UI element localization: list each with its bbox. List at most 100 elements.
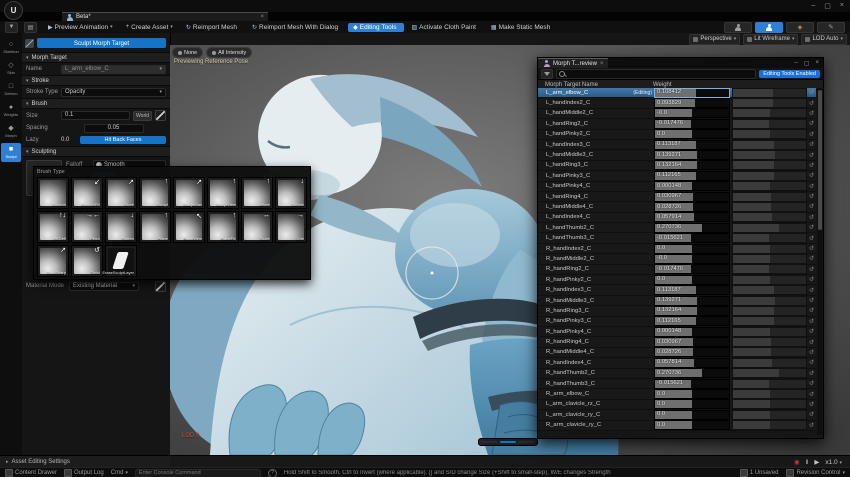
character-preview-button[interactable] — [755, 22, 783, 33]
table-row[interactable]: L_handIndex4_C 0.057914 ↺ — [538, 213, 816, 223]
reset-icon[interactable]: ↺ — [809, 172, 816, 179]
stroke-type-dropdown[interactable]: Opacity ▾ — [61, 88, 166, 97]
viewport-tool-icon[interactable] — [173, 35, 182, 44]
table-row[interactable]: R_handIndex2_C 0.0 ↺ — [538, 244, 816, 254]
weight-slider[interactable] — [732, 202, 807, 212]
reset-icon[interactable]: ↺ — [809, 89, 816, 96]
filter-button[interactable] — [541, 69, 553, 79]
reset-icon[interactable]: ↺ — [809, 245, 816, 252]
toolbar-button[interactable]: ↻ Reimport Mesh — [181, 23, 244, 32]
table-row[interactable]: L_arm_elbow_C (Editing) 0.108412 ↺ — [538, 88, 816, 98]
spacing-field[interactable]: 0.05 — [84, 124, 144, 133]
toolbar-button[interactable]: ▦ Make Static Mesh — [486, 23, 557, 32]
table-row[interactable]: R_handPinky2_C 0.0 ↺ — [538, 275, 816, 285]
table-row[interactable]: L_handIndex2_C 0.093829 ↺ — [538, 98, 816, 108]
table-row[interactable]: L_handThumb3_C -0.015621 ↺ — [538, 233, 816, 243]
close-button[interactable]: × — [840, 2, 844, 10]
brush-tile[interactable]: ↗ GrabSharp — [37, 245, 69, 277]
maximize-button[interactable]: ▢ — [804, 60, 810, 67]
weight-slider[interactable] — [732, 368, 807, 378]
section-sculpting[interactable]: ▾ Sculpting — [22, 146, 170, 157]
reset-icon[interactable]: ↺ — [809, 318, 816, 325]
weight-spinbox[interactable]: 0.000148 — [654, 181, 730, 191]
weight-spinbox[interactable]: 0.139271 — [654, 296, 730, 306]
weight-spinbox[interactable]: 0.028726 — [654, 202, 730, 212]
tool-mode-tab[interactable]: ◆ Morph — [1, 122, 21, 141]
viewport-tool-icon[interactable] — [206, 35, 215, 44]
weight-slider[interactable] — [732, 108, 807, 118]
viewport-view-option[interactable]: Perspective ▾ — [689, 34, 740, 45]
weight-slider[interactable] — [732, 129, 807, 139]
wand-button[interactable]: ✎ — [817, 22, 845, 33]
weight-spinbox[interactable]: 0.093829 — [654, 98, 730, 108]
close-tab-icon[interactable]: × — [600, 61, 604, 67]
weight-spinbox[interactable]: 0.000148 — [654, 327, 730, 337]
toolbar-button[interactable]: ◆ Editing Tools — [348, 23, 403, 32]
asset-tab[interactable]: Beta* × — [62, 12, 268, 21]
weight-spinbox[interactable]: 0.113187 — [654, 140, 730, 150]
tool-mode-tab[interactable]: □ Deform — [1, 80, 21, 99]
viewport-view-option[interactable]: Lit Wireframe ▾ — [743, 34, 798, 45]
table-row[interactable]: R_handIndex4_C 0.057814 ↺ — [538, 358, 816, 368]
weight-slider[interactable] — [732, 306, 807, 316]
reset-icon[interactable]: ↺ — [809, 193, 816, 200]
table-row[interactable]: L_handPinky4_C 0.000148 ↺ — [538, 182, 816, 192]
toolbar-button[interactable]: ▶ Preview Animation ▾ — [43, 23, 118, 32]
search-box[interactable] — [556, 69, 756, 79]
viewport-tool-icon[interactable] — [239, 35, 248, 44]
weight-slider[interactable] — [732, 254, 807, 264]
record-icon[interactable]: ◉ — [794, 458, 800, 466]
weight-slider[interactable] — [732, 192, 807, 202]
lazy-field[interactable]: 0.0 — [61, 137, 77, 143]
weight-spinbox[interactable]: -0.015621 — [654, 233, 730, 243]
weight-spinbox[interactable]: 0.057914 — [654, 212, 730, 222]
weight-spinbox[interactable]: 0.0 — [654, 410, 730, 420]
weight-slider[interactable] — [732, 327, 807, 337]
toolbar-button[interactable]: ▨ Activate Cloth Paint — [407, 23, 483, 32]
weight-spinbox[interactable]: 0.139271 — [654, 150, 730, 160]
reset-icon[interactable]: ↺ — [809, 422, 816, 429]
viewport-action-button[interactable] — [500, 441, 516, 443]
table-row[interactable]: R_handThumb3_C -0.015621 ↺ — [538, 379, 816, 389]
close-tab-icon[interactable]: × — [260, 14, 264, 20]
unsaved-indicator[interactable]: 1 Unsaved — [740, 469, 779, 477]
weight-slider[interactable] — [732, 275, 807, 285]
preview-profile-button[interactable] — [724, 22, 752, 33]
reset-icon[interactable]: ↺ — [809, 141, 816, 148]
weight-slider[interactable] — [732, 316, 807, 326]
weight-spinbox[interactable]: 0.112165 — [654, 316, 730, 326]
weight-slider[interactable] — [732, 389, 807, 399]
weight-slider[interactable] — [732, 88, 807, 98]
table-row[interactable]: L_handMiddle2_C -0.0 ↺ — [538, 109, 816, 119]
table-row[interactable]: L_arm_clavicle_rz_C 0.0 ↺ — [538, 400, 816, 410]
table-row[interactable]: L_handMiddle4_C 0.028726 ↺ — [538, 202, 816, 212]
reset-icon[interactable]: ↺ — [809, 110, 816, 117]
playback-speed[interactable]: x1.0 ▾ — [825, 459, 842, 466]
preview-chip[interactable]: All Intensity — [206, 47, 252, 58]
reset-icon[interactable]: ↺ — [809, 235, 816, 242]
viewport-tool-icon[interactable] — [272, 35, 281, 44]
brush-tile[interactable]: ↖ PlaneView — [173, 211, 205, 243]
brush-tile[interactable]: ↑ Sculpt — [139, 177, 171, 209]
viewport-tool-icon[interactable] — [261, 35, 270, 44]
weight-slider[interactable] — [732, 140, 807, 150]
preview-chip[interactable]: None — [172, 47, 203, 58]
reset-icon[interactable]: ↺ — [809, 359, 816, 366]
hit-back-faces-button[interactable]: Hit Back Faces — [80, 136, 166, 144]
column-name[interactable]: Morph Target Name — [538, 82, 653, 88]
brush-tile[interactable]: ↙ SmoothFill — [71, 177, 103, 209]
pen-pressure-icon[interactable] — [155, 110, 166, 121]
tool-mode-tab[interactable]: ◇ Skin — [1, 59, 21, 78]
reset-icon[interactable]: ↺ — [809, 380, 816, 387]
table-row[interactable]: R_handMiddle3_C 0.139271 ↺ — [538, 296, 816, 306]
hierarchy-button[interactable]: ◈ — [786, 22, 814, 33]
play-icon[interactable]: ▶ — [814, 458, 819, 466]
weight-spinbox[interactable]: 0.112165 — [654, 171, 730, 181]
weight-slider[interactable] — [732, 379, 807, 389]
minimize-button[interactable]: – — [794, 60, 797, 67]
weight-spinbox[interactable]: 0.0 — [654, 275, 730, 285]
weight-slider[interactable] — [732, 410, 807, 420]
scrollbar[interactable] — [817, 88, 822, 435]
weight-slider[interactable] — [732, 171, 807, 181]
weight-slider[interactable] — [732, 150, 807, 160]
